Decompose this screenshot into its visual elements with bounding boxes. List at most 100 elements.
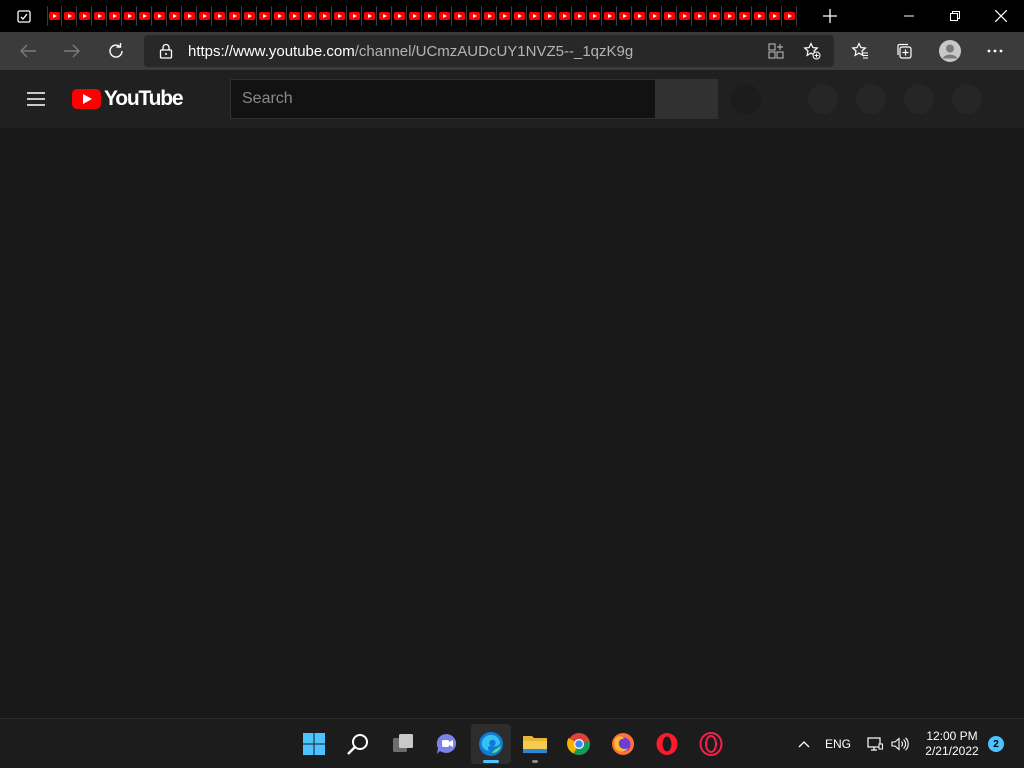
taskbar-search-button[interactable]	[338, 724, 378, 764]
youtube-favicon	[108, 12, 120, 20]
notification-count-badge[interactable]: 2	[988, 736, 1004, 752]
browser-tab[interactable]	[422, 6, 437, 26]
browser-tab[interactable]	[137, 6, 152, 26]
opera-gx-button[interactable]	[691, 724, 731, 764]
edge-taskbar-button[interactable]	[471, 724, 511, 764]
new-tab-button[interactable]	[812, 4, 848, 28]
network-icon[interactable]	[864, 719, 886, 768]
close-window-button[interactable]	[978, 0, 1024, 32]
youtube-search-box[interactable]	[230, 79, 655, 119]
browser-tab[interactable]	[347, 6, 362, 26]
youtube-play-icon	[72, 89, 101, 109]
browser-tab[interactable]	[572, 6, 587, 26]
browser-tab[interactable]	[662, 6, 677, 26]
app-available-icon[interactable]	[764, 39, 788, 63]
back-button[interactable]	[12, 35, 44, 67]
browser-tab[interactable]	[467, 6, 482, 26]
browser-tab[interactable]	[617, 6, 632, 26]
browser-tab[interactable]	[302, 6, 317, 26]
browser-tab[interactable]	[77, 6, 92, 26]
mic-placeholder	[731, 84, 761, 114]
address-bar[interactable]: https://www.youtube.com/channel/UCmzAUDc…	[144, 35, 834, 67]
browser-tab[interactable]	[527, 6, 542, 26]
browser-tab[interactable]	[287, 6, 302, 26]
profile-button[interactable]	[934, 35, 966, 67]
browser-tab[interactable]	[242, 6, 257, 26]
search-button[interactable]	[655, 79, 718, 119]
youtube-favicon	[318, 12, 330, 20]
restore-button[interactable]	[932, 0, 978, 32]
browser-tab[interactable]	[707, 6, 722, 26]
collections-button[interactable]	[888, 35, 920, 67]
close-icon	[995, 10, 1007, 22]
refresh-button[interactable]	[100, 35, 132, 67]
browser-tab[interactable]	[152, 6, 167, 26]
browser-tab[interactable]	[62, 6, 77, 26]
minimize-button[interactable]	[886, 0, 932, 32]
browser-tab[interactable]	[407, 6, 422, 26]
browser-tab[interactable]	[452, 6, 467, 26]
browser-tab[interactable]	[437, 6, 452, 26]
browser-tab[interactable]	[512, 6, 527, 26]
browser-tab[interactable]	[482, 6, 497, 26]
youtube-favicon	[123, 12, 135, 20]
clock[interactable]: 12:00 PM 2/21/2022	[918, 729, 986, 759]
browser-tab[interactable]	[602, 6, 617, 26]
browser-tab[interactable]	[362, 6, 377, 26]
browser-tab[interactable]	[722, 6, 737, 26]
browser-tab[interactable]	[647, 6, 662, 26]
browser-tab[interactable]	[392, 6, 407, 26]
browser-tab[interactable]	[197, 6, 212, 26]
browser-tab[interactable]	[632, 6, 647, 26]
youtube-favicon	[678, 12, 690, 20]
teams-chat-button[interactable]	[427, 724, 467, 764]
tab-actions-icon[interactable]	[10, 6, 38, 26]
browser-tab[interactable]	[92, 6, 107, 26]
browser-tab[interactable]	[542, 6, 557, 26]
browser-tab[interactable]	[212, 6, 227, 26]
guide-menu-button[interactable]	[22, 85, 50, 113]
youtube-favicon	[663, 12, 675, 20]
lock-icon[interactable]	[154, 39, 178, 63]
settings-menu-button[interactable]	[979, 35, 1011, 67]
file-explorer-button[interactable]	[515, 724, 555, 764]
browser-tab[interactable]	[332, 6, 347, 26]
show-hidden-icons-button[interactable]	[792, 719, 816, 768]
browser-tab[interactable]	[227, 6, 242, 26]
browser-tab[interactable]	[47, 6, 62, 26]
browser-tab[interactable]	[257, 6, 272, 26]
youtube-favicon	[753, 12, 765, 20]
task-view-button[interactable]	[383, 724, 423, 764]
browser-tab[interactable]	[317, 6, 332, 26]
url-path: /channel/UCmzAUDcUY1NVZ5--_1qzK9g	[354, 43, 634, 60]
browser-tab[interactable]	[557, 6, 572, 26]
start-button[interactable]	[294, 724, 334, 764]
youtube-favicon	[348, 12, 360, 20]
add-favorite-icon[interactable]	[800, 39, 824, 63]
forward-button[interactable]	[56, 35, 88, 67]
favorites-button[interactable]	[844, 35, 876, 67]
opera-button[interactable]	[647, 724, 687, 764]
browser-tab[interactable]	[182, 6, 197, 26]
browser-tab[interactable]	[272, 6, 287, 26]
browser-tab[interactable]	[677, 6, 692, 26]
browser-tab[interactable]	[122, 6, 137, 26]
chrome-button[interactable]	[559, 724, 599, 764]
browser-tab[interactable]	[767, 6, 782, 26]
chevron-up-icon	[798, 741, 810, 748]
search-input[interactable]	[231, 80, 655, 118]
browser-tab[interactable]	[587, 6, 602, 26]
browser-tab[interactable]	[782, 6, 797, 26]
forward-arrow-icon	[64, 44, 80, 58]
browser-tab[interactable]	[377, 6, 392, 26]
browser-tab[interactable]	[167, 6, 182, 26]
volume-icon[interactable]	[889, 719, 911, 768]
browser-tab[interactable]	[752, 6, 767, 26]
browser-tab[interactable]	[497, 6, 512, 26]
firefox-button[interactable]	[603, 724, 643, 764]
browser-tab[interactable]	[107, 6, 122, 26]
browser-tab[interactable]	[692, 6, 707, 26]
youtube-logo[interactable]: YouTube	[72, 88, 184, 110]
browser-tab[interactable]	[737, 6, 752, 26]
language-indicator[interactable]: ENG	[822, 719, 854, 768]
